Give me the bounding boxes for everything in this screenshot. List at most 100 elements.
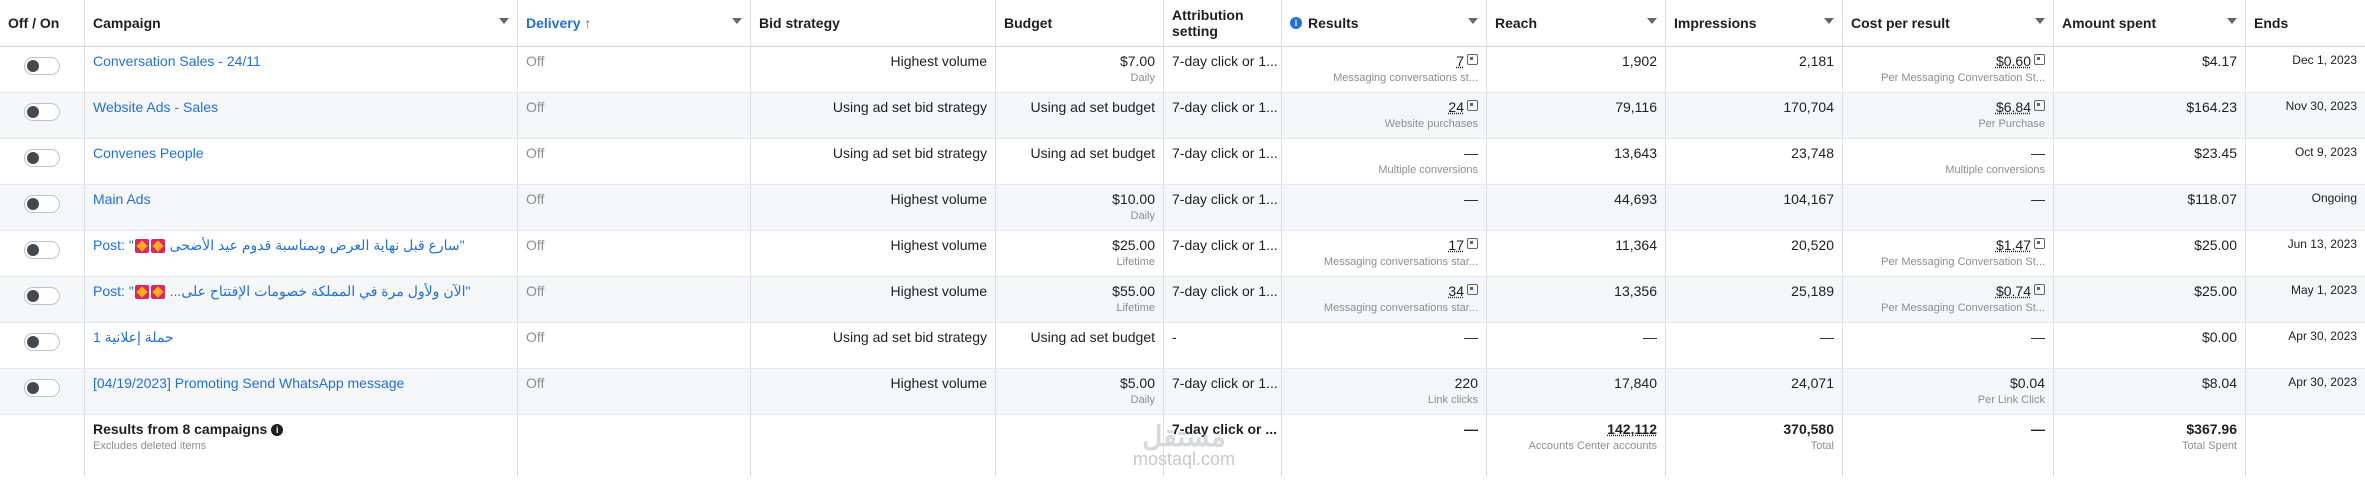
campaign-toggle[interactable] (24, 379, 60, 397)
budget-value: Using ad set budget (1030, 145, 1155, 161)
attribution-cell: 7-day click or 1... (1164, 93, 1282, 138)
budget-sub: Daily (1130, 394, 1155, 406)
col-header-delivery[interactable]: Delivery ↑ (518, 0, 751, 46)
table-row[interactable]: Post: " سارع قبل نهاية العرض وبمناسبة قد… (0, 231, 2365, 277)
table-row[interactable]: Convenes People Off Using ad set bid str… (0, 139, 2365, 185)
delivery-cell: Off (518, 185, 751, 230)
campaign-cell: [04/19/2023] Promoting Send WhatsApp mes… (85, 369, 518, 414)
totals-reach-sub: Accounts Center accounts (1528, 440, 1657, 452)
totals-row: Results from 8 campaigns i Excludes delete… (0, 415, 2365, 477)
results-cell: 17 Messaging conversations star... (1282, 231, 1487, 276)
campaign-toggle[interactable] (24, 241, 60, 259)
chevron-down-icon[interactable] (2035, 18, 2045, 24)
reach-cell: 79,116 (1487, 93, 1666, 138)
spent-cell: $164.23 (2054, 93, 2246, 138)
info-icon[interactable]: i (1290, 17, 1302, 29)
bid-cell: Using ad set bid strategy (751, 323, 996, 368)
spent-cell: $118.07 (2054, 185, 2246, 230)
cpr-value[interactable]: $0.60 (1996, 53, 2031, 69)
explosion-emoji-icon (134, 239, 149, 254)
table-row[interactable]: Post: " الآن ولأول مرة في المملكة خصومات… (0, 277, 2365, 323)
compare-icon (2034, 237, 2045, 249)
col-header-cost-per-result[interactable]: Cost per result (1843, 0, 2054, 46)
campaign-prefix: Post: " (93, 283, 134, 299)
results-cell: 7 Messaging conversations st... (1282, 47, 1487, 92)
toggle-knob (27, 244, 39, 256)
cpr-sub: Per Messaging Conversation St... (1881, 256, 2045, 268)
campaign-link[interactable]: Convenes People (93, 145, 204, 161)
campaign-toggle[interactable] (24, 57, 60, 75)
table-row[interactable]: Conversation Sales - 24/11 Off Highest v… (0, 47, 2365, 93)
results-value[interactable]: 24 (1448, 99, 1464, 115)
campaign-link[interactable]: Conversation Sales - 24/11 (93, 53, 261, 69)
campaign-link[interactable]: [04/19/2023] Promoting Send WhatsApp mes… (93, 375, 404, 391)
totals-cpr-cell: — (1843, 415, 2054, 477)
totals-spent-value: $367.96 (2186, 421, 2237, 437)
bid-cell: Highest volume (751, 47, 996, 92)
campaign-toggle[interactable] (24, 287, 60, 305)
results-value[interactable]: 17 (1448, 237, 1464, 253)
cpr-sub: Per Messaging Conversation St... (1881, 302, 2045, 314)
toggle-cell (0, 139, 85, 184)
col-header-impressions[interactable]: Impressions (1666, 0, 1843, 46)
col-header-amount-spent[interactable]: Amount spent (2054, 0, 2246, 46)
table-row[interactable]: [04/19/2023] Promoting Send WhatsApp mes… (0, 369, 2365, 415)
campaign-toggle[interactable] (24, 103, 60, 121)
col-header-attribution[interactable]: Attribution setting (1164, 0, 1282, 46)
table-row[interactable]: حملة إعلانية 1 Off Using ad set bid stra… (0, 323, 2365, 369)
totals-label-cell: Results from 8 campaigns i Excludes delete… (85, 415, 518, 477)
info-icon[interactable]: i (271, 424, 284, 437)
chevron-down-icon[interactable] (732, 18, 742, 24)
campaign-link[interactable]: Post: " سارع قبل نهاية العرض وبمناسبة قد… (93, 237, 465, 254)
table-row[interactable]: Main Ads Off Highest volume $10.00 Daily … (0, 185, 2365, 231)
results-sub: Multiple conversions (1378, 164, 1478, 176)
toggle-knob (27, 106, 39, 118)
campaign-cell: Post: " الآن ولأول مرة في المملكة خصومات… (85, 277, 518, 322)
compare-icon (1467, 237, 1478, 249)
col-header-reach[interactable]: Reach (1487, 0, 1666, 46)
chevron-down-icon[interactable] (499, 18, 509, 24)
spent-cell: $23.45 (2054, 139, 2246, 184)
ends-cell: Ongoing (2311, 191, 2357, 205)
cpr-value[interactable]: $0.74 (1996, 283, 2031, 299)
campaign-link[interactable]: حملة إعلانية 1 (93, 329, 174, 345)
col-header-campaign[interactable]: Campaign (85, 0, 518, 46)
budget-value: Using ad set budget (1030, 99, 1155, 115)
spent-cell: $0.00 (2054, 323, 2246, 368)
totals-empty-cell (518, 415, 751, 477)
campaign-toggle[interactable] (24, 149, 60, 167)
totals-reach-value[interactable]: 142,112 (1607, 421, 1657, 437)
campaign-link[interactable]: Website Ads - Sales (93, 99, 218, 115)
cpr-value[interactable]: $6.84 (1996, 99, 2031, 115)
bid-cell: Highest volume (751, 231, 996, 276)
budget-sub: Daily (1130, 210, 1155, 222)
col-header-ends-label: Ends (2254, 15, 2289, 31)
campaign-link[interactable]: Post: " الآن ولأول مرة في المملكة خصومات… (93, 283, 470, 300)
cpr-value[interactable]: $1.47 (1996, 237, 2031, 253)
totals-empty-cell (2246, 415, 2365, 477)
col-header-budget[interactable]: Budget (996, 0, 1164, 46)
campaign-link[interactable]: Main Ads (93, 191, 151, 207)
chevron-down-icon[interactable] (2227, 18, 2237, 24)
toggle-knob (27, 60, 39, 72)
chevron-down-icon[interactable] (1824, 18, 1834, 24)
col-header-bid-strategy[interactable]: Bid strategy (751, 0, 996, 46)
chevron-down-icon[interactable] (1468, 18, 1478, 24)
campaign-toggle[interactable] (24, 333, 60, 351)
table-row[interactable]: Website Ads - Sales Off Using ad set bid… (0, 93, 2365, 139)
budget-value: Using ad set budget (1030, 329, 1155, 345)
impressions-cell: — (1666, 323, 1843, 368)
results-value[interactable]: 34 (1448, 283, 1464, 299)
chevron-down-icon[interactable] (1647, 18, 1657, 24)
cpr-sub: Per Messaging Conversation St... (1881, 72, 2045, 84)
col-header-ends[interactable]: Ends (2246, 0, 2365, 46)
budget-value: $10.00 (1112, 191, 1155, 207)
budget-cell: $7.00 Daily (996, 47, 1164, 92)
results-value[interactable]: 7 (1456, 53, 1464, 69)
ends-cell: Jun 13, 2023 (2287, 237, 2357, 251)
totals-sub: Excludes deleted items (93, 440, 207, 452)
ends-cell: Oct 9, 2023 (2294, 145, 2357, 159)
impressions-cell: 2,181 (1666, 47, 1843, 92)
campaign-toggle[interactable] (24, 195, 60, 213)
col-header-results[interactable]: i Results (1282, 0, 1487, 46)
